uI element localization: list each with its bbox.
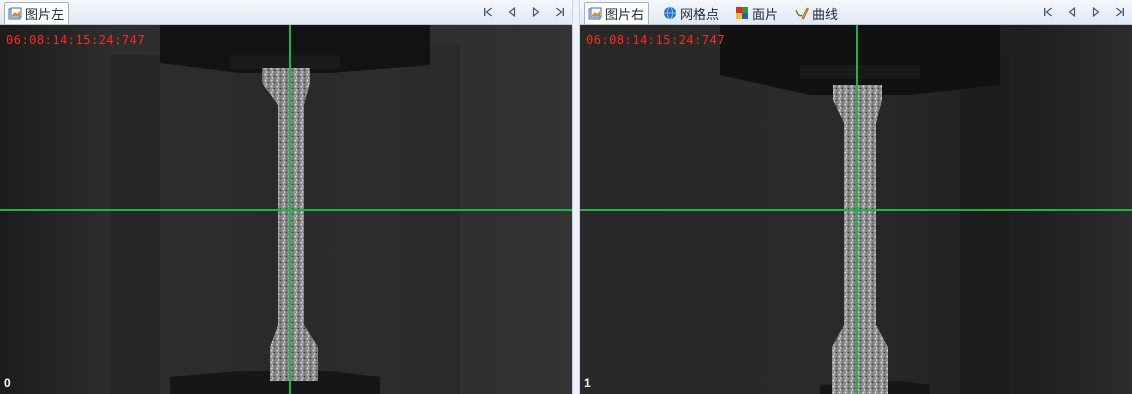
tab-label: 图片左 (25, 7, 65, 22)
tab-image-left[interactable]: 图片左 (4, 2, 70, 24)
right-frame-navigation (1040, 4, 1128, 20)
tab-label: 面片 (752, 6, 779, 22)
first-frame-button[interactable] (480, 4, 496, 20)
right-image-panel: 图片右 网格点 面片 曲线 06:08:14:15:24:747 1 (580, 0, 1132, 394)
prev-frame-button[interactable] (1064, 4, 1080, 20)
last-frame-button[interactable] (552, 4, 568, 20)
crosshair-vertical (856, 25, 858, 394)
panel-splitter[interactable] (572, 0, 580, 394)
globe-icon (664, 6, 676, 20)
next-frame-button[interactable] (1088, 4, 1104, 20)
frame-index-label: 0 (4, 376, 11, 390)
image-icon (8, 7, 22, 19)
tab-label: 曲线 (812, 6, 839, 22)
left-image-panel: 图片左 06:08:14:15:24:747 0 (0, 0, 572, 394)
next-frame-icon (1092, 7, 1100, 17)
color-grid-icon (736, 7, 748, 19)
image-icon (588, 7, 602, 19)
tab-patches[interactable]: 面片 (732, 2, 782, 24)
tab-image-right[interactable]: 图片右 (584, 2, 650, 24)
first-frame-icon (1044, 7, 1052, 17)
crosshair-vertical (289, 25, 291, 394)
tab-grid-points[interactable]: 网格点 (660, 2, 723, 24)
left-frame-navigation (480, 4, 568, 20)
pencil-curve-icon (795, 7, 809, 20)
left-toolbar: 图片左 (0, 0, 572, 25)
prev-frame-button[interactable] (504, 4, 520, 20)
right-camera-view[interactable]: 06:08:14:15:24:747 1 (580, 25, 1132, 394)
last-frame-button[interactable] (1112, 4, 1128, 20)
last-frame-icon (556, 7, 564, 17)
timestamp-overlay: 06:08:14:15:24:747 (586, 33, 726, 47)
next-frame-icon (532, 7, 540, 17)
tab-label: 图片右 (605, 7, 645, 22)
tab-label: 网格点 (680, 6, 720, 22)
prev-frame-icon (1068, 7, 1076, 17)
next-frame-button[interactable] (528, 4, 544, 20)
first-frame-icon (484, 7, 492, 17)
frame-index-label: 1 (584, 376, 591, 390)
tab-curves[interactable]: 曲线 (792, 2, 842, 24)
first-frame-button[interactable] (1040, 4, 1056, 20)
last-frame-icon (1116, 7, 1124, 17)
prev-frame-icon (508, 7, 516, 17)
crosshair-horizontal (0, 209, 572, 211)
timestamp-overlay: 06:08:14:15:24:747 (6, 33, 146, 47)
left-camera-view[interactable]: 06:08:14:15:24:747 0 (0, 25, 572, 394)
right-toolbar: 图片右 网格点 面片 曲线 (580, 0, 1132, 25)
